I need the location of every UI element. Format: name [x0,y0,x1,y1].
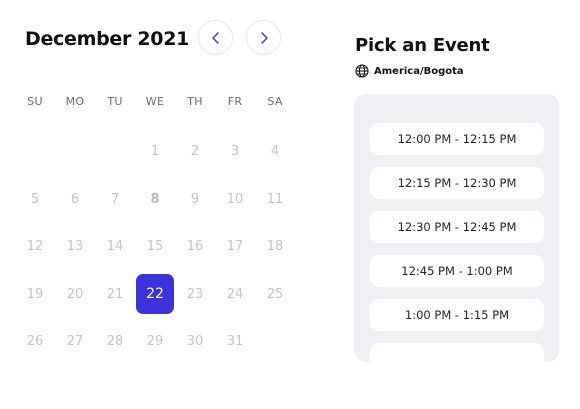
time-slot-button[interactable]: 1:00 PM - 1:15 PM [370,299,544,331]
calendar-day[interactable]: 4 [255,128,295,176]
calendar-day[interactable]: 18 [255,223,295,271]
calendar-day-number: 12 [26,239,44,255]
weekday-label: WE [145,95,165,108]
calendar-day[interactable]: 29 [135,318,175,366]
time-slot-list[interactable]: 12:00 PM - 12:15 PM 12:15 PM - 12:30 PM … [354,94,559,362]
calendar-day-number: 1 [150,144,160,160]
calendar-day[interactable]: 15 [135,223,175,271]
calendar-empty-cell [255,318,295,366]
calendar-day-number: 9 [190,191,200,207]
weekday-label: SU [27,95,43,108]
weekday-label: TU [107,95,123,108]
weekday-header: SU MO TU WE TH FR SA [15,95,296,108]
calendar-day[interactable]: 17 [215,223,255,271]
calendar-day-number: 28 [106,334,124,350]
calendar-day[interactable]: 5 [15,176,55,224]
calendar-day-number: 13 [66,239,84,255]
calendar-day[interactable]: 1 [135,128,175,176]
calendar-day-number: 3 [230,144,240,160]
event-picker-title: Pick an Event [355,35,490,56]
calendar-day-number: 18 [266,239,284,255]
calendar-day-number: 21 [106,286,124,302]
weekday-label: SA [267,95,283,108]
calendar-day-number: 16 [186,239,204,255]
calendar-day[interactable]: 2 [175,128,215,176]
calendar-day-number: 6 [70,191,80,207]
calendar-day-number: 8 [150,191,160,207]
calendar-day-number: 23 [186,286,204,302]
calendar-day-number: 27 [66,334,84,350]
weekday-label: MO [65,95,85,108]
calendar-day[interactable]: 31 [215,318,255,366]
timezone-label: America/Bogota [374,65,464,77]
calendar-day-selected[interactable]: 22 [135,271,175,319]
calendar-day-number: 10 [226,191,244,207]
calendar-day[interactable]: 9 [175,176,215,224]
calendar-day-number: 25 [266,286,284,302]
calendar-day-number: 5 [30,191,40,207]
calendar-day-number: 7 [110,191,120,207]
calendar-empty-cell [15,128,55,176]
calendar-empty-cell [55,128,95,176]
calendar-day-number: 26 [26,334,44,350]
calendar-day[interactable]: 12 [15,223,55,271]
calendar-day[interactable]: 7 [95,176,135,224]
timezone-selector[interactable]: America/Bogota [355,64,464,78]
calendar-day[interactable]: 30 [175,318,215,366]
calendar-day-number: 2 [190,144,200,160]
time-slot-button[interactable]: 12:45 PM - 1:00 PM [370,255,544,287]
chevron-right-icon [260,31,268,44]
calendar-day[interactable]: 3 [215,128,255,176]
calendar-day[interactable]: 28 [95,318,135,366]
calendar-day[interactable]: 13 [55,223,95,271]
time-slot-button[interactable]: 12:00 PM - 12:15 PM [370,123,544,155]
previous-month-button[interactable] [198,20,233,55]
calendar-day[interactable]: 16 [175,223,215,271]
weekday-label: FR [227,95,243,108]
calendar-day-number: 19 [26,286,44,302]
calendar-day-number: 24 [226,286,244,302]
calendar-day[interactable]: 21 [95,271,135,319]
calendar-day[interactable]: 14 [95,223,135,271]
calendar-day[interactable]: 6 [55,176,95,224]
weekday-label: TH [187,95,203,108]
calendar-day[interactable]: 20 [55,271,95,319]
calendar-day[interactable]: 11 [255,176,295,224]
calendar-day[interactable]: 24 [215,271,255,319]
next-month-button[interactable] [246,20,281,55]
time-slot-button[interactable]: 12:15 PM - 12:30 PM [370,167,544,199]
calendar-day-number: 11 [266,191,284,207]
calendar-day[interactable]: 25 [255,271,295,319]
calendar-day-number: 31 [226,334,244,350]
calendar-day-number: 4 [270,144,280,160]
calendar-day-number: 22 [136,274,174,315]
calendar-day-number: 15 [146,239,164,255]
calendar-empty-cell [95,128,135,176]
calendar-day-number: 14 [106,239,124,255]
time-slot-button[interactable] [370,343,544,362]
calendar-day-number: 20 [66,286,84,302]
calendar-day[interactable]: 26 [15,318,55,366]
calendar-day[interactable]: 27 [55,318,95,366]
calendar-day-number: 17 [226,239,244,255]
calendar-day-number: 30 [186,334,204,350]
calendar-day[interactable]: 10 [215,176,255,224]
calendar-day[interactable]: 19 [15,271,55,319]
calendar-grid: 1 2 3 4 5 6 7 8 9 10 11 12 13 14 15 16 17 18 19 20 21 22 23 24 2… [15,128,296,366]
calendar-title: December 2021 [25,28,190,50]
calendar-day-number: 29 [146,334,164,350]
globe-icon [355,64,369,78]
calendar-day[interactable]: 8 [135,176,175,224]
calendar-day[interactable]: 23 [175,271,215,319]
time-slot-button[interactable]: 12:30 PM - 12:45 PM [370,211,544,243]
chevron-left-icon [211,31,219,44]
